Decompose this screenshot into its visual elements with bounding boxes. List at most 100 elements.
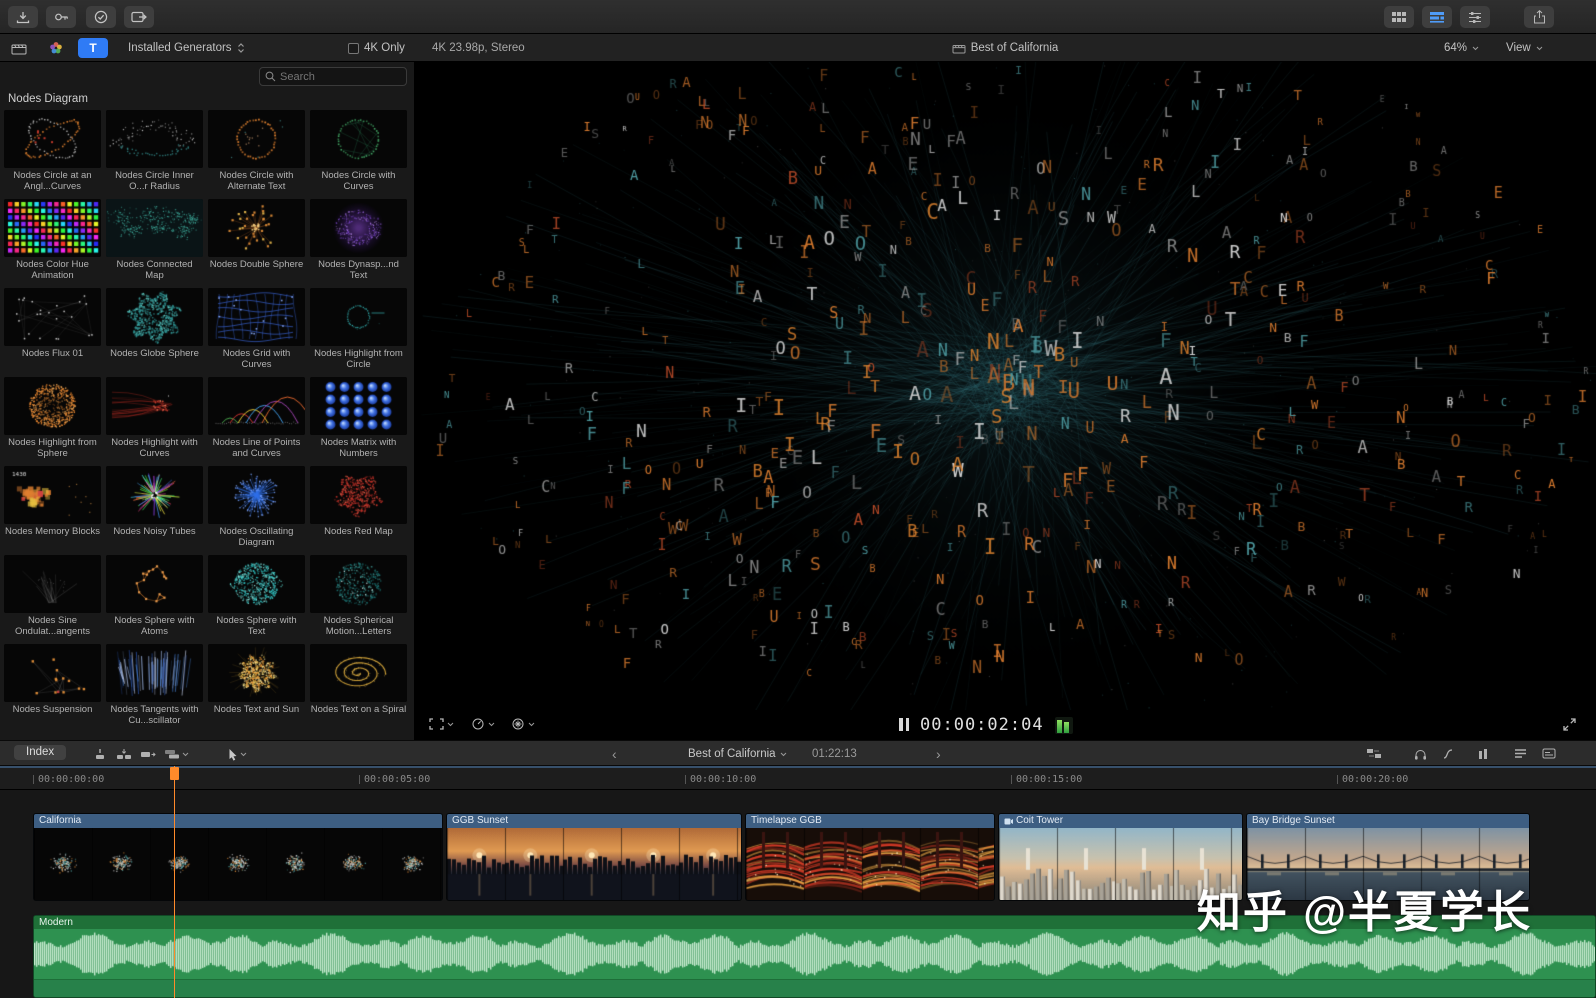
lines-fan-thumbnail[interactable] [4, 555, 101, 613]
generator-item[interactable]: Nodes Spherical Motion...Letters [310, 555, 407, 637]
media-out-button[interactable] [124, 6, 154, 28]
generator-item[interactable]: Nodes Text on a Spiral [310, 644, 407, 726]
angle-rings-thumbnail[interactable] [4, 110, 101, 168]
generator-item[interactable]: Nodes Matrix with Numbers [310, 377, 407, 459]
append-edit-button[interactable] [140, 748, 156, 760]
zoom-dropdown[interactable]: 64% [1444, 34, 1479, 62]
overwrite-edit-button[interactable] [164, 748, 189, 760]
sun-thumbnail[interactable] [208, 644, 305, 702]
generator-item[interactable]: Nodes Tangents with Cu...scillator [106, 644, 203, 726]
sphere-orange-thumbnail[interactable] [4, 377, 101, 435]
burst-blue-thumbnail[interactable] [208, 466, 305, 524]
purple-thumbnail[interactable] [310, 199, 407, 257]
clip-filmstrip[interactable] [746, 828, 994, 900]
checkbox-box[interactable] [348, 42, 359, 54]
generator-item[interactable]: Nodes Connected Map [106, 199, 203, 281]
sphere-teal-thumbnail[interactable] [208, 555, 305, 613]
generator-item[interactable]: Nodes Highlight from Circle [310, 288, 407, 370]
generator-item[interactable]: Nodes Circle at an Angl...Curves [4, 110, 101, 192]
spiral-thumbnail[interactable] [310, 644, 407, 702]
playhead-line[interactable] [174, 766, 175, 998]
clip-filmstrip[interactable] [34, 828, 442, 900]
insert-edit-button[interactable] [116, 748, 132, 760]
generator-item[interactable]: Nodes Globe Sphere [106, 288, 203, 370]
generator-item[interactable]: Nodes Circle Inner O...r Radius [106, 110, 203, 192]
effects-dropdown[interactable] [511, 718, 535, 730]
generator-item[interactable]: Nodes Double Sphere [208, 199, 305, 281]
arcs-thumbnail[interactable] [208, 377, 305, 435]
4k-only-checkbox[interactable]: 4K Only [348, 34, 405, 62]
generator-item[interactable]: Nodes Dynasp...nd Text [310, 199, 407, 281]
media-clapper-icon[interactable] [4, 38, 34, 58]
generator-item[interactable]: Nodes Sphere with Atoms [106, 555, 203, 637]
timeline-layout-button[interactable] [1422, 6, 1452, 28]
sphere-teal-dark-thumbnail[interactable] [310, 555, 407, 613]
radial-multi-thumbnail[interactable] [106, 466, 203, 524]
share-button[interactable] [1524, 6, 1554, 28]
retime-dropdown[interactable] [471, 718, 495, 730]
photos-pinwheel-icon[interactable] [41, 38, 71, 58]
download-button[interactable] [8, 6, 38, 28]
audio-meters-button[interactable] [1478, 748, 1488, 760]
generator-item[interactable]: Nodes Memory Blocks [4, 466, 101, 548]
scatter-white-thumbnail[interactable] [4, 288, 101, 346]
wire-orange-thumbnail[interactable] [106, 555, 203, 613]
map-thumbnail[interactable] [106, 199, 203, 257]
fan-thumbnail[interactable] [106, 110, 203, 168]
net-orange-thumbnail[interactable] [4, 644, 101, 702]
globe-teal-thumbnail[interactable] [106, 288, 203, 346]
index-button[interactable]: Index [14, 745, 67, 760]
generator-item[interactable]: Nodes Color Hue Animation [4, 199, 101, 281]
generator-item[interactable]: Nodes Flux 01 [4, 288, 101, 370]
generator-item[interactable]: Nodes Noisy Tubes [106, 466, 203, 548]
timeline-clip[interactable]: California [33, 813, 443, 901]
prev-clip-button[interactable]: ‹ [612, 741, 617, 767]
timeline-project-dropdown[interactable]: Best of California [688, 741, 787, 767]
grid-blue-thumbnail[interactable] [208, 288, 305, 346]
check-circle-button[interactable] [86, 6, 116, 28]
connect-edit-button[interactable] [92, 748, 108, 760]
generator-item[interactable]: Nodes Circle with Alternate Text [208, 110, 305, 192]
search-input[interactable] [280, 70, 401, 83]
ring-green-thumbnail[interactable] [310, 110, 407, 168]
red-comet-thumbnail[interactable] [106, 377, 203, 435]
precision-editor-button[interactable] [1366, 748, 1382, 759]
appearance-button[interactable] [1542, 748, 1556, 759]
tubes-blue-thumbnail[interactable] [106, 644, 203, 702]
generators-dropdown[interactable]: Installed Generators [128, 34, 245, 62]
generator-item[interactable]: Nodes Line of Points and Curves [208, 377, 305, 459]
next-clip-button[interactable]: › [936, 741, 941, 767]
generator-item[interactable]: Nodes Highlight from Sphere [4, 377, 101, 459]
generator-item[interactable]: Nodes Grid with Curves [208, 288, 305, 370]
pause-button[interactable] [899, 718, 911, 731]
arrow-tool-dropdown[interactable] [228, 748, 247, 761]
generator-item[interactable]: Nodes Oscillating Diagram [208, 466, 305, 548]
audio-meters[interactable] [1055, 717, 1073, 734]
generator-item[interactable]: Nodes Sine Ondulat...angents [4, 555, 101, 637]
playhead-handle[interactable] [170, 767, 179, 780]
index-list-button[interactable] [1514, 748, 1527, 759]
generator-item[interactable]: Nodes Sphere with Text [208, 555, 305, 637]
ring-teal-thumbnail[interactable] [310, 288, 407, 346]
generator-item[interactable]: Nodes Red Map [310, 466, 407, 548]
generator-item[interactable]: Nodes Suspension [4, 644, 101, 726]
view-dropdown[interactable]: View [1506, 34, 1543, 62]
timeline-clip[interactable]: GGB Sunset [446, 813, 742, 901]
blocks-thumbnail[interactable] [4, 466, 101, 524]
timeline-clip[interactable]: Timelapse GGB [745, 813, 995, 901]
headphones-button[interactable] [1414, 748, 1427, 760]
key-button[interactable] [46, 6, 76, 28]
crop-dropdown[interactable] [429, 718, 454, 730]
burst-orange-thumbnail[interactable] [208, 199, 305, 257]
ring-orange-thumbnail[interactable] [208, 110, 305, 168]
timeline-ruler[interactable]: 00:00:00:00 00:00:05:00 00:00:10:00 00:00:1… [0, 766, 1596, 790]
matrix-blue-thumbnail[interactable] [310, 377, 407, 435]
inspector-button[interactable] [1460, 6, 1490, 28]
dot-grid-thumbnail[interactable] [4, 199, 101, 257]
generator-item[interactable]: Nodes Circle with Curves [310, 110, 407, 192]
clip-filmstrip[interactable] [447, 828, 741, 900]
sphere-red-thumbnail[interactable] [310, 466, 407, 524]
generator-item[interactable]: Nodes Highlight with Curves [106, 377, 203, 459]
generator-item[interactable]: Nodes Text and Sun [208, 644, 305, 726]
viewer-canvas[interactable] [415, 62, 1596, 710]
